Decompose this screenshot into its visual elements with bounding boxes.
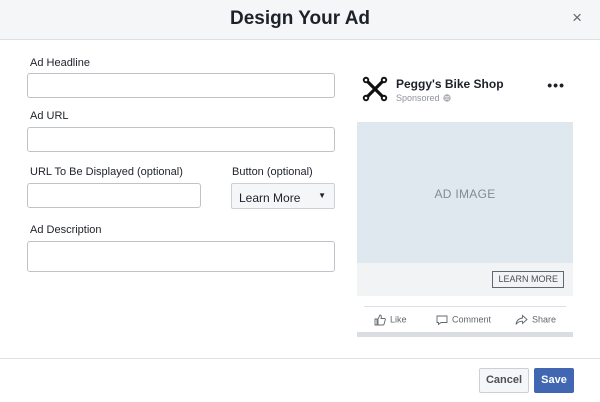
- share-action[interactable]: Share: [515, 314, 556, 326]
- cancel-button[interactable]: Cancel: [479, 368, 529, 393]
- ad-headline-input[interactable]: [27, 73, 335, 98]
- ad-description-label: Ad Description: [30, 224, 102, 236]
- share-icon: [515, 314, 528, 325]
- learn-more-button[interactable]: LEARN MORE: [492, 271, 564, 288]
- globe-icon: [443, 94, 451, 102]
- comment-action[interactable]: Comment: [436, 314, 491, 326]
- page-name: Peggy's Bike Shop: [396, 77, 504, 91]
- share-label: Share: [532, 314, 557, 325]
- save-button[interactable]: Save: [534, 368, 574, 393]
- post-actions: Like Comment Share: [364, 306, 566, 332]
- ad-url-label: Ad URL: [30, 110, 69, 122]
- display-url-input[interactable]: [27, 183, 201, 208]
- bike-shop-logo-icon: [362, 76, 388, 102]
- more-options-icon[interactable]: •••: [547, 77, 565, 93]
- cta-bar: LEARN MORE: [357, 263, 573, 296]
- button-select[interactable]: Learn More ▼: [231, 183, 335, 209]
- ad-description-input[interactable]: [27, 241, 335, 272]
- ad-headline-label: Ad Headline: [30, 57, 90, 69]
- comment-icon: [436, 315, 448, 326]
- ad-url-input[interactable]: [27, 127, 335, 152]
- comment-label: Comment: [452, 314, 492, 325]
- preview-bottom-bar: [357, 332, 573, 337]
- ad-preview: Peggy's Bike Shop Sponsored ••• AD IMAGE…: [357, 63, 573, 337]
- design-your-ad-dialog: Design Your Ad × Ad Headline Ad URL URL …: [0, 0, 600, 402]
- display-url-label: URL To Be Displayed (optional): [30, 166, 183, 178]
- thumbs-up-icon: [374, 314, 386, 326]
- chevron-down-icon: ▼: [318, 191, 326, 200]
- button-label: Button (optional): [232, 166, 313, 178]
- like-action[interactable]: Like: [374, 314, 407, 326]
- ad-image-placeholder: AD IMAGE: [357, 122, 573, 263]
- dialog-title: Design Your Ad: [229, 8, 371, 29]
- like-label: Like: [390, 314, 407, 325]
- dialog-header: Design Your Ad ×: [0, 0, 600, 40]
- button-select-value: Learn More: [239, 191, 301, 205]
- close-icon[interactable]: ×: [572, 8, 582, 28]
- ad-image-label: AD IMAGE: [434, 187, 496, 201]
- dialog-footer: Cancel Save: [0, 358, 600, 402]
- sponsored-label: Sponsored: [396, 93, 440, 103]
